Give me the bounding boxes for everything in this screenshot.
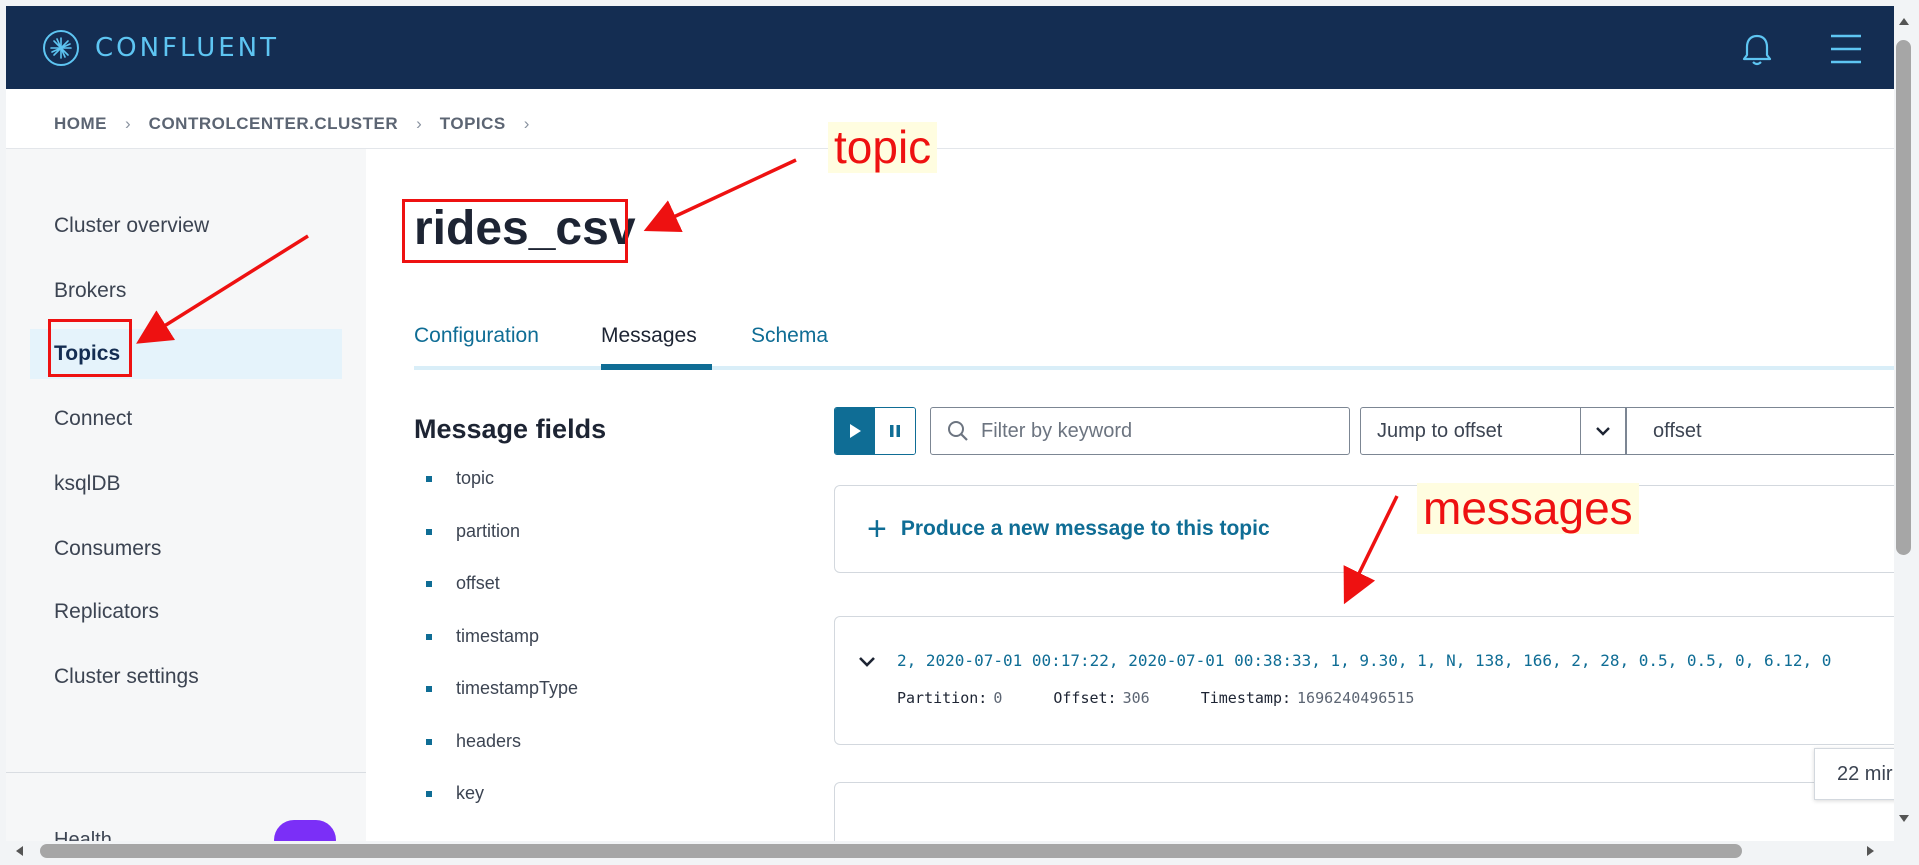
offset-value: 306 [1122,689,1150,707]
field-label: key [456,783,485,803]
scroll-right-icon[interactable] [1866,844,1876,858]
message-row[interactable]: 2, 2020-07-01 00:17:22, 2020-07-01 00:38… [834,616,1894,745]
scroll-up-icon[interactable] [1897,16,1911,26]
play-icon [850,424,861,438]
offset-field[interactable] [1626,407,1894,455]
annotation-messages: messages [1417,483,1639,534]
pause-icon [890,425,900,437]
scroll-left-icon[interactable] [14,844,24,858]
produce-message-label: Produce a new message to this topic [900,517,1270,540]
app-window: CONFLUENT HOME › CONTROLCENTER.CLUSTER ›… [6,6,1894,859]
sidebar-divider [6,772,366,773]
message-metadata: Partition: 0 Offset: 306 Timestamp: 1696240… [897,689,1456,707]
produce-message-button[interactable]: + Produce a new message to this topic [834,485,1894,573]
field-item[interactable]: key [426,783,484,804]
sidebar-item-cluster-settings[interactable]: Cluster settings [30,652,342,702]
field-item[interactable]: timestampType [426,678,578,699]
play-button[interactable] [835,408,875,454]
breadcrumb: HOME › CONTROLCENTER.CLUSTER › TOPICS › [54,106,547,142]
jump-to-select[interactable]: Jump to offset [1360,407,1626,455]
bell-icon[interactable] [1740,32,1774,68]
partition-label: Partition: [897,689,988,707]
chevron-right-icon: › [416,114,422,133]
brand-name: CONFLUENT [95,33,280,63]
bullet-icon [426,528,432,535]
bullet-icon [426,580,432,587]
chevron-right-icon: › [523,114,530,133]
topic-highlight-box [402,199,628,263]
sidebar-item-consumers[interactable]: Consumers [30,524,342,574]
horizontal-scrollbar-thumb[interactable] [40,844,1742,858]
jump-select-value: Jump to offset [1361,408,1582,454]
field-label: partition [456,521,521,541]
bullet-icon [426,738,432,745]
breadcrumb-cluster[interactable]: CONTROLCENTER.CLUSTER [149,114,398,134]
tab-messages[interactable]: Messages [601,324,697,348]
offset-input[interactable] [1653,419,1894,443]
field-item[interactable]: topic [426,468,494,489]
offset-label: Offset: [1053,689,1117,707]
bullet-icon [426,475,432,482]
breadcrumb-home[interactable]: HOME [54,114,107,134]
confluent-logo[interactable]: CONFLUENT [41,28,279,68]
tab-schema[interactable]: Schema [751,324,828,348]
breadcrumb-topics[interactable]: TOPICS [440,114,506,134]
field-label: offset [456,573,500,593]
chevron-down-icon[interactable] [857,655,877,669]
vertical-scrollbar-thumb[interactable] [1896,40,1911,555]
field-item[interactable]: offset [426,573,500,594]
field-label: timestampType [456,678,579,698]
time-tooltip: 22 mir [1814,748,1894,800]
filter-by-keyword-field[interactable] [930,407,1350,455]
annotation-topic: topic [828,122,938,173]
message-fields-title: Message fields [414,414,607,444]
chevron-right-icon: › [125,114,131,133]
sidebar-item-cluster-overview[interactable]: Cluster overview [30,201,342,251]
sidebar-item-connect[interactable]: Connect [30,394,342,444]
partition-value: 0 [993,689,1003,707]
tab-configuration[interactable]: Configuration [414,324,539,348]
pause-button[interactable] [875,408,915,454]
sidebar-item-ksqldb[interactable]: ksqlDB [30,459,342,509]
field-item[interactable]: partition [426,521,520,542]
playback-controls [834,407,916,455]
scroll-down-icon[interactable] [1897,814,1911,824]
field-label: headers [456,731,522,751]
sidebar-item-brokers[interactable]: Brokers [30,266,342,316]
field-label: timestamp [456,626,540,646]
plus-icon: + [867,510,887,548]
message-value: 2, 2020-07-01 00:17:22, 2020-07-01 00:38… [897,651,1832,670]
confluent-logo-icon [43,30,79,66]
filter-input[interactable] [981,419,1281,443]
sidebar-item-replicators[interactable]: Replicators [30,587,342,637]
timestamp-value: 1696240496515 [1297,689,1415,707]
field-item[interactable]: headers [426,731,521,752]
field-item[interactable]: timestamp [426,626,539,647]
chevron-down-icon[interactable] [1581,408,1625,454]
bullet-icon [426,633,432,640]
active-tab-indicator [601,364,712,370]
bullet-icon [426,685,432,692]
topics-nav-highlight-box [48,319,132,377]
timestamp-label: Timestamp: [1200,689,1292,707]
search-icon [948,421,968,441]
field-label: topic [456,468,495,488]
sidebar: Cluster overview Brokers Topics Connect … [6,149,366,859]
bullet-icon [426,790,432,797]
menu-icon[interactable] [1829,30,1863,68]
top-bar: CONFLUENT [6,6,1894,89]
